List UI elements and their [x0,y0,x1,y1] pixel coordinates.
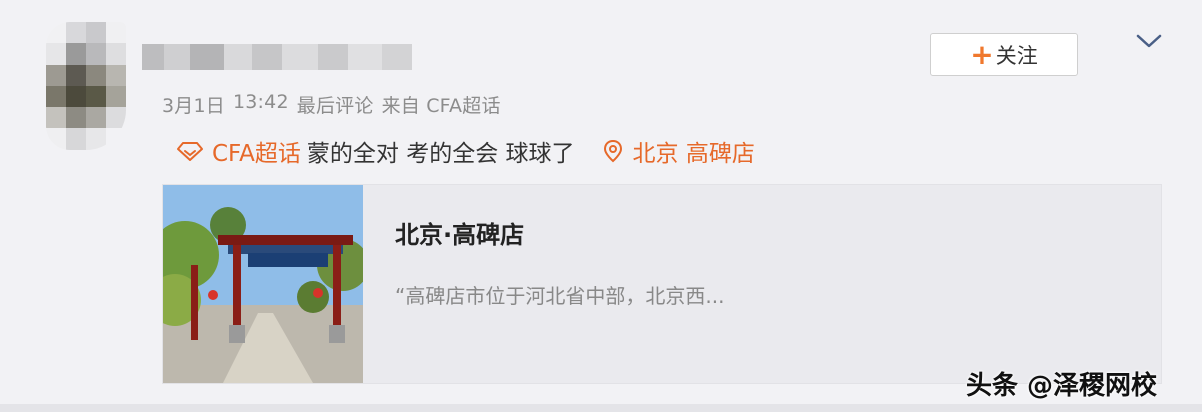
post-date[interactable]: 3月1日 [162,91,225,118]
topic-link[interactable]: CFA超话 [176,134,301,168]
location-link[interactable]: 北京 高碑店 [603,134,755,168]
follow-button[interactable]: + 关注 [930,33,1078,76]
plus-icon: + [970,37,994,71]
place-title: 北京·高碑店 [395,221,525,249]
post-text: 蒙的全对 考的全会 球球了 [306,141,575,167]
location-label: 北京 高碑店 [632,141,755,167]
place-card[interactable]: 北京·高碑店 “高碑店市位于河北省中部，北京西... [162,184,1162,384]
post-time[interactable]: 13:42 [233,91,289,118]
bottom-divider [0,404,1202,412]
watermark: 头条 @泽稷网校 [966,371,1158,401]
place-info: 北京·高碑店 “高碑店市位于河北省中部，北京西... [363,185,724,383]
post-meta: 3月1日 13:42 最后评论 来自 CFA超话 [162,91,501,118]
topic-label: CFA超话 [212,141,301,167]
place-description: “高碑店市位于河北省中部，北京西... [395,284,725,308]
avatar[interactable] [46,22,126,150]
post-action: 最后评论 [296,95,374,117]
post-source[interactable]: 来自 CFA超话 [382,91,501,118]
chevron-down-icon[interactable] [1134,30,1164,52]
follow-label: 关注 [995,43,1038,68]
weibo-post-card: 3月1日 13:42 最后评论 来自 CFA超话 CFA超话 蒙的全对 考的全会… [0,0,1202,404]
post-content: CFA超话 蒙的全对 考的全会 球球了 北京 高碑店 [176,135,755,167]
place-photo [163,185,363,383]
location-pin-icon [603,139,622,163]
username-blurred[interactable] [142,44,412,70]
diamond-icon [177,142,203,161]
